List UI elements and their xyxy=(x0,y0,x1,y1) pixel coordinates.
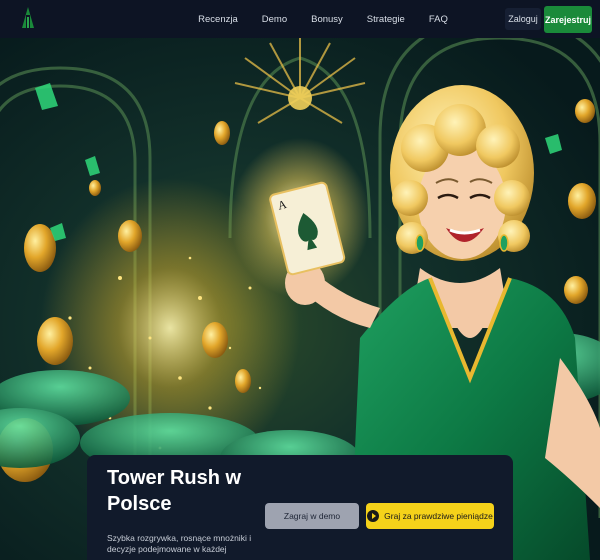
nav-item-bonusy[interactable]: Bonusy xyxy=(311,14,343,25)
hero-card: Tower Rush w Polsce Szybka rozgrywka, ro… xyxy=(87,455,513,560)
play-real-money-label: Graj za prawdziwe pieniądze xyxy=(384,511,493,521)
nav-item-demo[interactable]: Demo xyxy=(262,14,287,25)
nav-item-faq[interactable]: FAQ xyxy=(429,14,448,25)
nav-item-recenzja[interactable]: Recenzja xyxy=(198,14,238,25)
play-real-money-button[interactable]: Graj za prawdziwe pieniądze xyxy=(366,503,494,529)
play-icon xyxy=(367,510,380,522)
register-button[interactable]: Zarejestruj xyxy=(544,6,592,33)
top-header: Recenzja Demo Bonusy Strategie FAQ Zalog… xyxy=(0,0,600,38)
login-button[interactable]: Zaloguj xyxy=(505,8,541,30)
demo-button[interactable]: Zagraj w demo xyxy=(265,503,359,529)
page-title: Tower Rush w Polsce xyxy=(107,467,242,515)
nav-item-strategie[interactable]: Strategie xyxy=(367,14,405,25)
hero-description: Szybka rozgrywka, rosnące mnożniki i dec… xyxy=(107,533,252,554)
